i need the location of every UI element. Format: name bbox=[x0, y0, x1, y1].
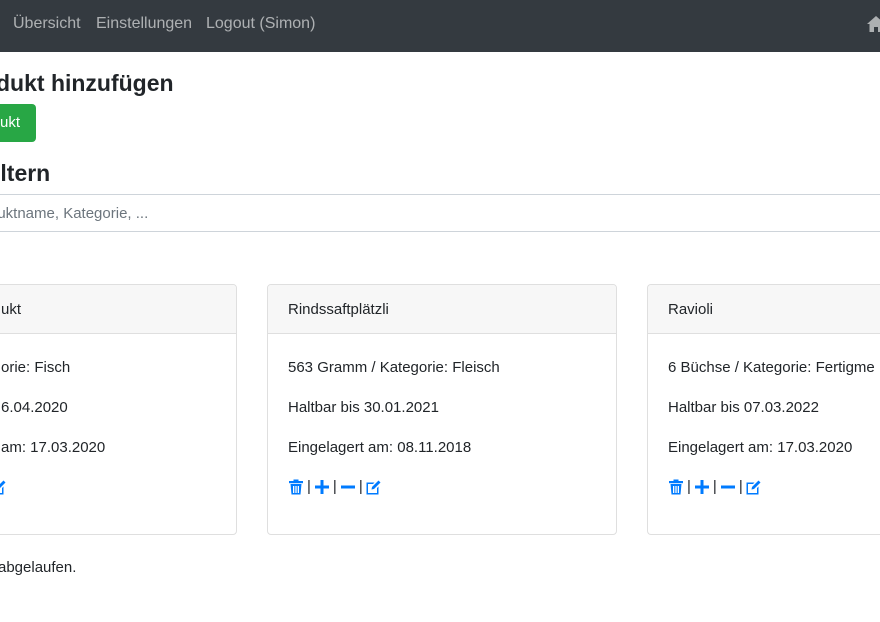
product-name: ukt bbox=[1, 301, 22, 318]
trash-icon[interactable] bbox=[668, 479, 684, 495]
product-card: Ravioli 6 Büchse / Kategorie: Fertigme H… bbox=[647, 284, 880, 535]
action-separator: | bbox=[307, 478, 311, 495]
action-separator: | bbox=[738, 478, 743, 495]
expired-note: abgelaufen. bbox=[0, 559, 77, 576]
minus-icon[interactable] bbox=[720, 479, 736, 495]
product-expiry: 6.04.2020 bbox=[1, 399, 68, 416]
plus-icon[interactable] bbox=[694, 479, 710, 495]
add-product-heading: dukt hinzufügen bbox=[0, 70, 174, 96]
edit-icon[interactable] bbox=[366, 479, 382, 495]
nav-link-logout[interactable]: Logout (Simon) bbox=[206, 15, 315, 33]
product-stored-date: Eingelagert am: 08.11.2018 bbox=[288, 439, 472, 456]
product-name: Ravioli bbox=[668, 301, 714, 318]
nav-link-einstellungen[interactable]: Einstellungen bbox=[96, 15, 192, 33]
product-expiry: Haltbar bis 07.03.2022 bbox=[668, 399, 819, 416]
home-icon[interactable] bbox=[866, 15, 880, 33]
product-quantity-category: 6 Büchse / Kategorie: Fertigme bbox=[668, 359, 875, 376]
add-product-button[interactable]: ukt bbox=[0, 104, 36, 142]
filter-heading: iltern bbox=[0, 160, 51, 186]
action-separator: | bbox=[358, 478, 363, 495]
card-actions: | | | bbox=[668, 478, 762, 496]
product-card: ukt orie: Fisch 6.04.2020 am: 17.03.2020 bbox=[0, 284, 237, 535]
card-header: Rindssaftplätzli bbox=[268, 285, 616, 334]
product-stored-date: Eingelagert am: 17.03.2020 bbox=[668, 439, 853, 456]
card-header: Ravioli bbox=[648, 285, 880, 334]
trash-icon[interactable] bbox=[288, 479, 304, 495]
top-navbar: Übersicht Einstellungen Logout (Simon) bbox=[0, 0, 880, 52]
product-card: Rindssaftplätzli 563 Gramm / Kategorie: … bbox=[267, 284, 617, 535]
edit-icon[interactable] bbox=[0, 479, 7, 495]
action-separator: | bbox=[712, 478, 717, 495]
product-stored-date: am: 17.03.2020 bbox=[1, 439, 106, 456]
action-separator: | bbox=[687, 478, 691, 495]
edit-icon[interactable] bbox=[746, 479, 762, 495]
nav-link-uebersicht[interactable]: Übersicht bbox=[13, 15, 81, 33]
action-separator: | bbox=[332, 478, 337, 495]
plus-icon[interactable] bbox=[314, 479, 330, 495]
product-name: Rindssaftplätzli bbox=[288, 301, 389, 318]
product-quantity-category: 563 Gramm / Kategorie: Fleisch bbox=[288, 359, 500, 376]
card-actions: | | | bbox=[288, 478, 382, 496]
minus-icon[interactable] bbox=[340, 479, 356, 495]
product-quantity-category: orie: Fisch bbox=[1, 359, 71, 376]
filter-input[interactable] bbox=[0, 194, 880, 232]
product-expiry: Haltbar bis 30.01.2021 bbox=[288, 399, 439, 416]
card-header: ukt bbox=[0, 285, 236, 334]
